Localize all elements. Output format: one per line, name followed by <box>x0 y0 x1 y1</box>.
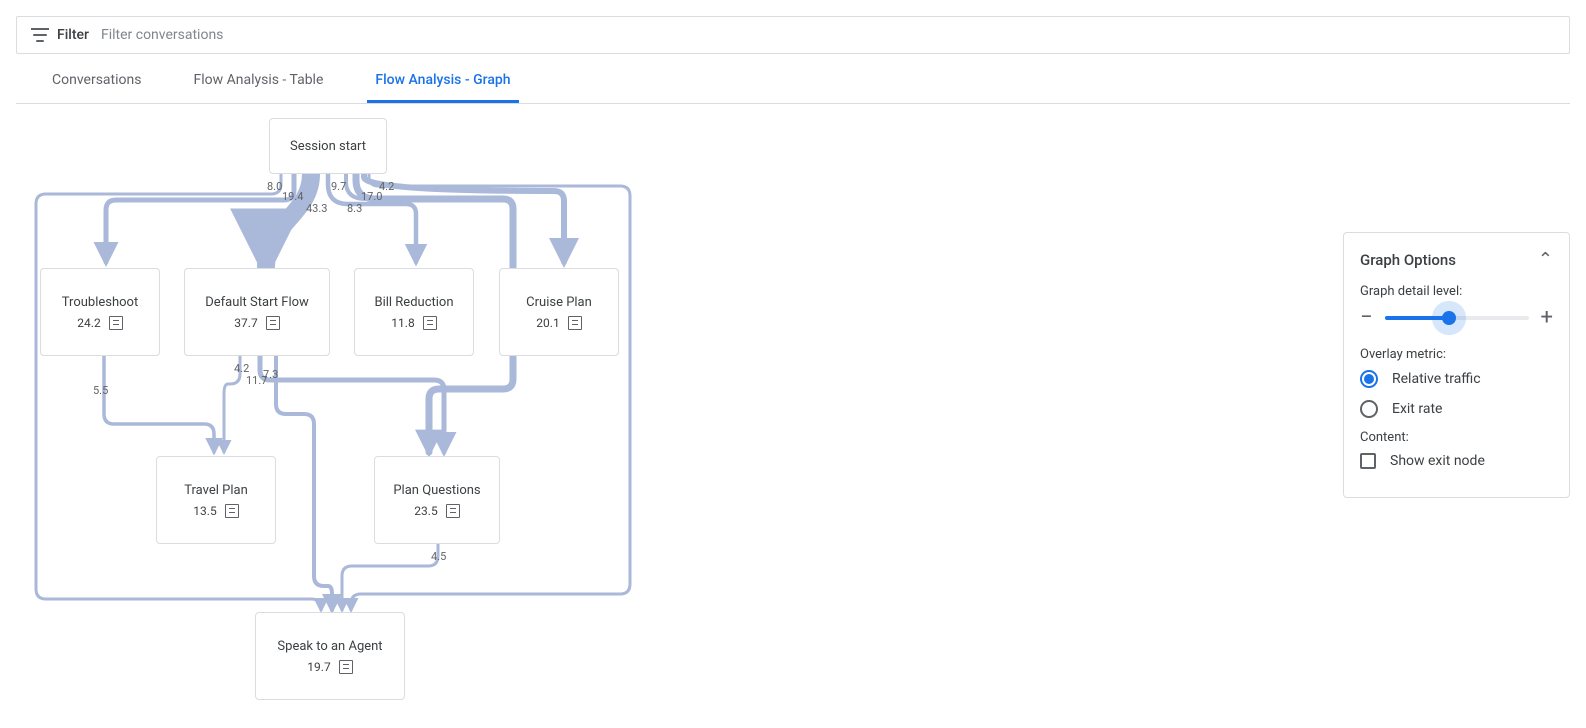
edge-label: 4.2 <box>379 180 394 193</box>
minus-icon[interactable]: − <box>1360 307 1373 329</box>
edge-label: 7.3 <box>263 368 278 381</box>
edge-label: 19.4 <box>282 190 303 203</box>
overlay-metric-label: Overlay metric: <box>1360 347 1553 362</box>
tab-conversations[interactable]: Conversations <box>44 58 149 103</box>
checkbox-label: Show exit node <box>1390 453 1485 469</box>
tab-flow-graph[interactable]: Flow Analysis - Graph <box>367 58 518 103</box>
node-metric: 24.2 <box>77 316 122 330</box>
node-travel-plan[interactable]: Travel Plan 13.5 <box>156 456 276 544</box>
node-troubleshoot[interactable]: Troubleshoot 24.2 <box>40 268 160 356</box>
filter-label-group: Filter <box>31 27 89 43</box>
node-title: Travel Plan <box>184 483 248 498</box>
detail-level-label: Graph detail level: <box>1360 284 1553 299</box>
edge-label: 5.5 <box>93 384 108 397</box>
node-default-start-flow[interactable]: Default Start Flow 37.7 <box>184 268 330 356</box>
node-bill-reduction[interactable]: Bill Reduction 11.8 <box>354 268 474 356</box>
edge-label: 9.7 <box>331 180 346 193</box>
node-metric: 19.7 <box>307 660 352 674</box>
node-metric: 20.1 <box>536 316 581 330</box>
radio-relative-traffic[interactable] <box>1360 370 1378 388</box>
list-icon[interactable] <box>339 660 353 674</box>
node-metric: 11.8 <box>391 316 436 330</box>
node-metric: 13.5 <box>193 504 238 518</box>
node-title: Speak to an Agent <box>277 639 382 654</box>
node-metric: 23.5 <box>414 504 459 518</box>
graph-options-title: Graph Options <box>1360 251 1456 269</box>
radio-label: Exit rate <box>1392 401 1442 417</box>
node-session-start[interactable]: Session start <box>269 118 387 174</box>
list-icon[interactable] <box>266 316 280 330</box>
edge-label: 4.5 <box>431 550 446 563</box>
detail-slider[interactable] <box>1385 316 1529 320</box>
filter-bar[interactable]: Filter Filter conversations <box>16 16 1570 54</box>
collapse-icon[interactable]: ⌃ <box>1538 249 1553 270</box>
radio-exit-rate[interactable] <box>1360 400 1378 418</box>
node-title: Plan Questions <box>393 483 480 498</box>
list-icon[interactable] <box>423 316 437 330</box>
checkbox-show-exit-node[interactable] <box>1360 453 1376 469</box>
list-icon[interactable] <box>109 316 123 330</box>
node-cruise-plan[interactable]: Cruise Plan 20.1 <box>499 268 619 356</box>
node-title: Cruise Plan <box>526 295 592 310</box>
node-plan-questions[interactable]: Plan Questions 23.5 <box>374 456 500 544</box>
tab-flow-table[interactable]: Flow Analysis - Table <box>185 58 331 103</box>
graph-options-panel: Graph Options ⌃ Graph detail level: − + … <box>1343 232 1570 498</box>
node-speak-to-agent[interactable]: Speak to an Agent 19.7 <box>255 612 405 700</box>
edge-label: 8.3 <box>347 202 362 215</box>
node-title: Troubleshoot <box>62 295 138 310</box>
filter-icon <box>31 28 49 42</box>
edge-label: 43.3 <box>306 202 327 215</box>
content-label: Content: <box>1360 430 1553 445</box>
node-title: Bill Reduction <box>374 295 453 310</box>
list-icon[interactable] <box>446 504 460 518</box>
node-title: Session start <box>290 139 366 154</box>
edge-label: 8.0 <box>267 180 282 193</box>
node-metric: 37.7 <box>234 316 279 330</box>
list-icon[interactable] <box>568 316 582 330</box>
filter-label: Filter <box>57 27 89 43</box>
radio-label: Relative traffic <box>1392 371 1481 387</box>
tabs: Conversations Flow Analysis - Table Flow… <box>16 58 1570 104</box>
plus-icon[interactable]: + <box>1541 307 1553 329</box>
node-title: Default Start Flow <box>205 295 309 310</box>
list-icon[interactable] <box>225 504 239 518</box>
filter-placeholder[interactable]: Filter conversations <box>101 27 223 43</box>
